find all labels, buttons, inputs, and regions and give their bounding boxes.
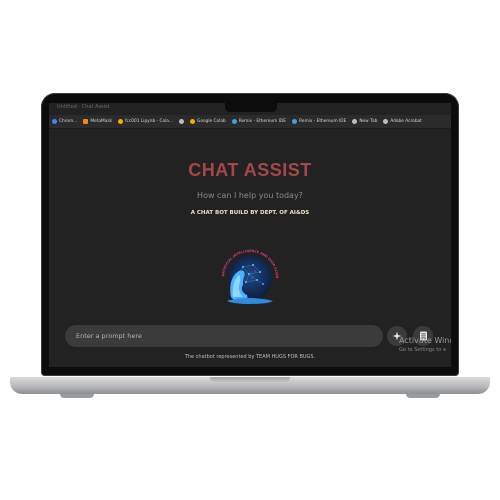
ai-head-logo-icon: ARTIFICIAL INTELLIGENCE AND DATA SCIENCE	[219, 247, 279, 304]
colab-icon	[118, 119, 124, 124]
page-subtitle: How can I help you today?	[197, 191, 303, 200]
laptop-base-groove	[210, 377, 290, 383]
tagline: A CHAT BOT BUILD BY DEPT. OF AI&DS	[190, 210, 310, 216]
window-title: Untitled - Chat Assist	[57, 104, 110, 110]
bookmark-label: New Tab	[359, 119, 378, 124]
bookmark-item[interactable]: Remix - Ethereum IDE	[231, 119, 287, 124]
bookmark-label: Remix - Ethereum IDE	[238, 119, 287, 124]
globe-icon	[352, 119, 358, 124]
activate-windows-watermark: Activate Wind	[399, 336, 451, 345]
bookmark-item[interactable]: Google Colab	[190, 119, 226, 124]
bookmark-label: MetaMask	[90, 119, 113, 124]
camera-notch	[225, 103, 277, 112]
bookmark-label: fcc001 Lipynb - Cola...	[125, 119, 174, 124]
bookmark-item[interactable]: Remix - Ethereum IDE	[292, 119, 346, 124]
chrome-icon	[52, 119, 57, 124]
bookmarks-bar: Chrom... MetaMask fcc001 Lipynb - Cola..…	[49, 115, 451, 129]
bookmark-item[interactable]: New Tab	[352, 119, 377, 124]
colab-icon	[190, 119, 196, 124]
bookmark-item[interactable]	[179, 119, 185, 124]
bookmark-item[interactable]: Chrom...	[52, 119, 77, 124]
bookmark-label: Remix - Ethereum IDE	[299, 119, 347, 124]
bookmark-label: Chrom...	[59, 119, 78, 124]
remix-icon	[292, 119, 298, 124]
prompt-bar[interactable]	[65, 325, 383, 347]
laptop-screen: Untitled - Chat Assist Chrom... MetaMask…	[49, 103, 451, 367]
globe-icon	[179, 119, 185, 124]
laptop-foot	[406, 394, 440, 398]
prompt-input[interactable]	[74, 331, 383, 341]
remix-icon	[231, 119, 237, 124]
laptop-foot	[60, 394, 94, 398]
activate-windows-hint: Go to Settings to a	[399, 347, 446, 353]
page-title: CHAT ASSIST	[188, 160, 312, 180]
globe-icon	[383, 119, 389, 124]
bookmark-label: Google Colab	[197, 119, 226, 124]
bookmark-item[interactable]: Adobe Acrobat	[383, 119, 422, 124]
bookmark-label: Adobe Acrobat	[390, 119, 422, 124]
bookmark-item[interactable]: MetaMask	[83, 119, 112, 124]
bookmark-item[interactable]: fcc001 Lipynb - Cola...	[118, 119, 173, 124]
footer-text: The chatbot represented by TEAM HUGS FOR…	[184, 354, 316, 360]
metamask-icon	[83, 119, 89, 124]
